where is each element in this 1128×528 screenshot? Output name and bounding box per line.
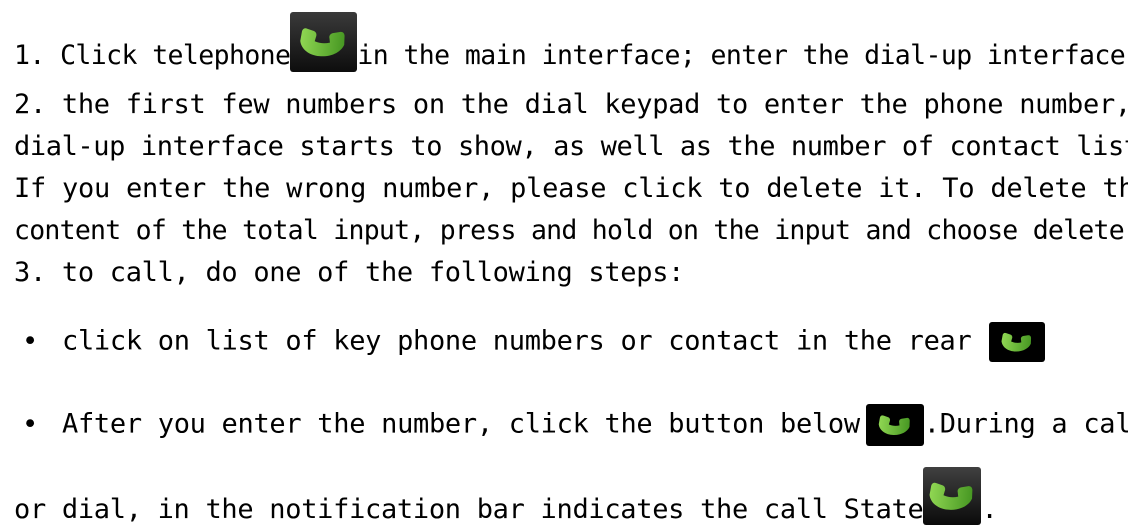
instruction-text-line: dial-up interface starts to show, as wel… xyxy=(14,131,1128,162)
bullet-item: • click on list of key phone numbers or c… xyxy=(22,322,1046,362)
instruction-step-1: 1. Click telephone in the main interface;… xyxy=(14,11,1128,74)
step-1-text-after: in the main interface; enter the dial-up… xyxy=(357,40,1128,71)
bullet-text: click on list of key phone numbers or co… xyxy=(62,325,972,357)
bullet-marker: • xyxy=(22,408,38,440)
bullet-text-continued: .During a call xyxy=(923,408,1128,440)
instruction-text-line: If you enter the wrong number, please cl… xyxy=(14,173,1128,204)
bullet-item: • After you enter the number, click the b… xyxy=(22,404,1128,446)
step-1-text-before: 1. Click telephone xyxy=(14,40,291,71)
phone-handset-icon xyxy=(923,466,982,525)
phone-handset-icon xyxy=(989,322,1046,362)
phone-handset-icon xyxy=(290,11,358,72)
bullet-text: After you enter the number, click the bu… xyxy=(62,408,860,440)
instruction-step-3: 3. to call, do one of the following step… xyxy=(14,257,685,288)
notification-text: or dial, in the notification bar indicat… xyxy=(14,494,924,525)
instruction-text-line: or dial, in the notification bar indicat… xyxy=(14,466,998,528)
notification-text-end: . xyxy=(981,494,998,525)
instruction-step-2: 2. the first few numbers on the dial key… xyxy=(14,89,1128,120)
phone-handset-icon xyxy=(865,404,924,446)
bullet-marker: • xyxy=(22,325,38,357)
instruction-text-line: content of the total input, press and ho… xyxy=(14,215,1128,246)
